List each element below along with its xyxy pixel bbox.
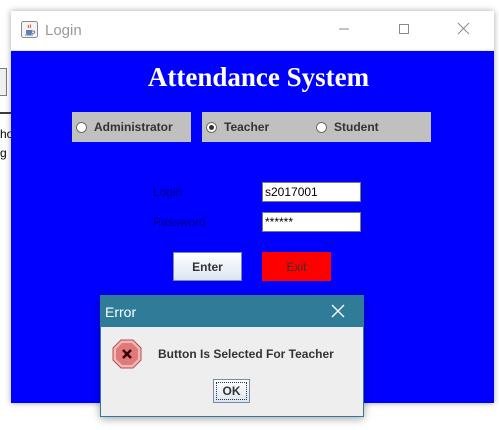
dialog-titlebar[interactable]: Error (101, 296, 363, 327)
role-radio-administrator[interactable]: Administrator (72, 112, 191, 142)
role-radio-student[interactable]: Student (312, 112, 431, 142)
java-cup-icon (21, 21, 38, 38)
dialog-message: Button Is Selected For Teacher (158, 347, 334, 361)
password-label: Password (153, 215, 206, 229)
background-window-tab[interactable] (0, 68, 7, 96)
enter-button[interactable]: Enter (173, 252, 242, 281)
maximize-icon (398, 22, 410, 40)
background-window-text-2: g (0, 146, 7, 160)
close-button[interactable] (440, 11, 486, 50)
radio-indicator-teacher[interactable] (206, 121, 217, 133)
app-heading: Attendance System (147, 62, 370, 92)
radio-indicator-student[interactable] (316, 121, 327, 133)
role-radio-teacher[interactable]: Teacher (202, 112, 321, 142)
exit-button[interactable]: Exit (262, 252, 331, 281)
error-icon (112, 339, 142, 369)
role-label-administrator: Administrator (94, 120, 173, 134)
window-titlebar[interactable]: Login (11, 11, 494, 51)
password-input[interactable] (262, 212, 361, 232)
minimize-icon (338, 22, 350, 40)
dialog-close-icon[interactable] (330, 303, 346, 319)
error-dialog: Error Button Is Selected For Teacher OK (100, 295, 364, 417)
login-input[interactable] (262, 182, 361, 202)
minimize-button[interactable] (321, 11, 367, 50)
dialog-title: Error (105, 304, 137, 320)
maximize-button[interactable] (381, 11, 427, 50)
role-label-student: Student (334, 120, 379, 134)
ok-button[interactable]: OK (213, 379, 250, 403)
radio-indicator-administrator[interactable] (76, 121, 87, 133)
close-icon (457, 22, 470, 40)
role-label-teacher: Teacher (224, 120, 270, 134)
login-label: Login (153, 185, 183, 199)
window-title: Login (45, 22, 82, 39)
